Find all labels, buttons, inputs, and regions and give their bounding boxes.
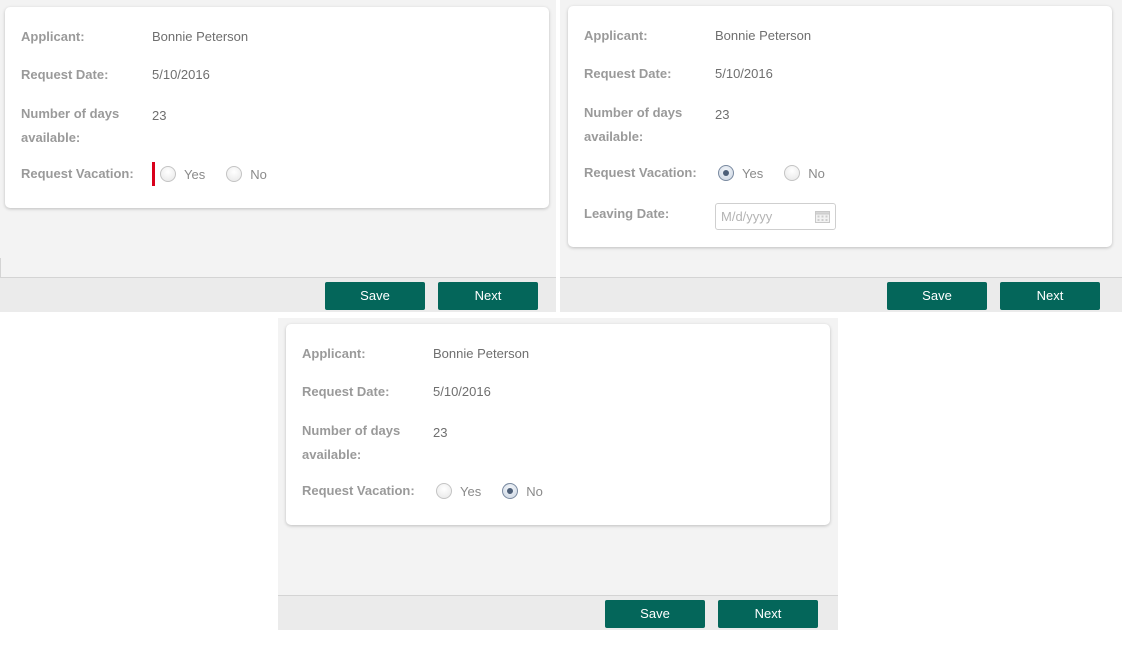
no-label: No (250, 166, 267, 182)
form-card: Applicant: Bonnie Peterson Request Date:… (568, 6, 1112, 247)
request-date-value: 5/10/2016 (152, 67, 210, 82)
yes-label: Yes (460, 483, 482, 499)
request-date-label: Request Date: (21, 67, 109, 82)
no-label: No (526, 483, 543, 499)
vacation-yes-option[interactable]: Yes (433, 483, 481, 499)
no-radio[interactable] (226, 166, 243, 182)
no-radio[interactable] (502, 483, 519, 499)
vacation-radio-group: Yes No (433, 479, 561, 503)
applicant-value: Bonnie Peterson (715, 28, 812, 43)
days-available-label: Number of days available: (21, 102, 146, 150)
request-vacation-label: Request Vacation: (302, 483, 415, 498)
vacation-yes-option[interactable]: Yes (157, 166, 205, 182)
applicant-label: Applicant: (584, 28, 648, 43)
leaving-date-label: Leaving Date: (584, 206, 670, 221)
days-available-label: Number of days available: (584, 101, 709, 149)
next-button[interactable]: Next (1000, 282, 1100, 310)
vacation-radio-group: Yes No (152, 162, 285, 186)
footer-bar: Save Next (278, 595, 838, 630)
save-button[interactable]: Save (605, 600, 705, 628)
request-date-value: 5/10/2016 (433, 384, 491, 399)
form-card: Applicant: Bonnie Peterson Request Date:… (5, 7, 549, 208)
form-card: Applicant: Bonnie Peterson Request Date:… (286, 324, 830, 525)
vacation-radio-group: Yes No (715, 161, 843, 185)
days-available-label: Number of days available: (302, 419, 427, 467)
days-label-line2: available: (21, 130, 81, 145)
days-available-value: 23 (152, 108, 167, 123)
yes-label: Yes (184, 166, 206, 182)
form-panel-2: Applicant: Bonnie Peterson Request Date:… (560, 0, 1122, 312)
applicant-label: Applicant: (302, 346, 366, 361)
leaving-date-placeholder: M/d/yyyy (721, 209, 773, 224)
vacation-no-option[interactable]: No (223, 166, 267, 182)
days-label-line2: available: (584, 129, 644, 144)
yes-radio[interactable] (160, 166, 176, 182)
applicant-value: Bonnie Peterson (152, 29, 249, 44)
request-date-label: Request Date: (302, 384, 390, 399)
leaving-date-input[interactable]: M/d/yyyy (715, 203, 836, 230)
no-radio[interactable] (784, 165, 801, 181)
applicant-label: Applicant: (21, 29, 85, 44)
days-available-value: 23 (715, 107, 730, 122)
applicant-value: Bonnie Peterson (433, 346, 530, 361)
days-label-line1: Number of days (21, 106, 120, 121)
no-label: No (808, 165, 825, 181)
request-vacation-label: Request Vacation: (584, 165, 697, 180)
save-button[interactable]: Save (325, 282, 425, 310)
days-label-line1: Number of days (302, 423, 401, 438)
next-button[interactable]: Next (718, 600, 818, 628)
request-date-value: 5/10/2016 (715, 66, 773, 81)
vacation-no-option[interactable]: No (781, 165, 825, 181)
vacation-yes-option[interactable]: Yes (715, 165, 763, 181)
days-label-line1: Number of days (584, 105, 683, 120)
next-button[interactable]: Next (438, 282, 538, 310)
days-label-line2: available: (302, 447, 362, 462)
yes-radio[interactable] (718, 165, 734, 181)
save-button[interactable]: Save (887, 282, 987, 310)
vacation-no-option[interactable]: No (499, 483, 543, 499)
request-date-label: Request Date: (584, 66, 672, 81)
form-panel-1: Applicant: Bonnie Peterson Request Date:… (0, 0, 556, 312)
footer-bar: Save Next (0, 277, 556, 312)
footer-bar: Save Next (560, 277, 1122, 312)
calendar-icon[interactable] (815, 210, 830, 223)
yes-label: Yes (742, 165, 764, 181)
days-available-value: 23 (433, 425, 448, 440)
request-vacation-label: Request Vacation: (21, 166, 134, 181)
yes-radio[interactable] (436, 483, 452, 499)
form-panel-3: Applicant: Bonnie Peterson Request Date:… (278, 318, 838, 630)
